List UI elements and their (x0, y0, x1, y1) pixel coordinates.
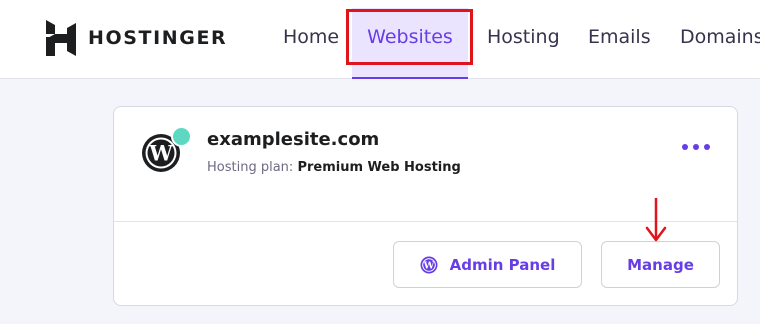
nav-domains[interactable]: Domains (680, 26, 760, 48)
manage-label: Manage (627, 255, 694, 274)
site-domain[interactable]: examplesite.com (207, 129, 379, 150)
nav-emails[interactable]: Emails (588, 26, 651, 48)
more-horizontal-icon (682, 144, 710, 150)
more-options-button[interactable] (679, 137, 719, 157)
wordpress-icon: W (420, 256, 438, 273)
hosting-plan-label: Hosting plan: (207, 160, 294, 175)
nav-hosting[interactable]: Hosting (487, 26, 560, 48)
svg-text:W: W (148, 141, 173, 166)
hosting-plan: Hosting plan: Premium Web Hosting (207, 160, 461, 175)
brand-name: HOSTINGER (88, 27, 228, 49)
site-status-indicator (171, 126, 192, 147)
brand-logo[interactable]: HOSTINGER (44, 20, 227, 56)
hostinger-logo-icon (46, 20, 76, 56)
manage-button[interactable]: Manage (601, 241, 720, 288)
admin-panel-label: Admin Panel (449, 255, 556, 274)
hosting-plan-value: Premium Web Hosting (297, 160, 461, 175)
active-tab-indicator (352, 77, 468, 79)
nav-websites[interactable]: Websites (352, 8, 468, 79)
arrow-down-annotation-icon (645, 198, 667, 242)
admin-panel-button[interactable]: W Admin Panel (393, 241, 582, 288)
nav-home[interactable]: Home (283, 26, 339, 48)
top-navigation-bar: HOSTINGER Home Websites Hosting Emails D… (0, 0, 760, 79)
svg-text:W: W (422, 260, 434, 271)
nav-websites-label: Websites (367, 26, 453, 48)
